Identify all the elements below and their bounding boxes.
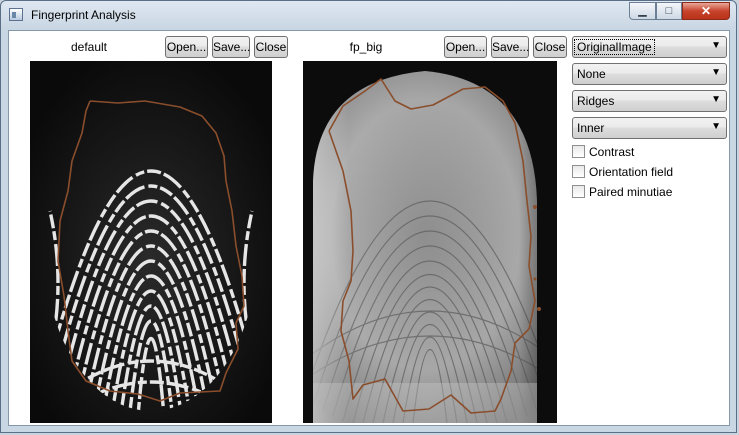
window-title: Fingerprint Analysis xyxy=(31,8,136,22)
region-combo[interactable]: Inner ▼ xyxy=(572,117,727,139)
left-open-button[interactable]: Open... xyxy=(165,36,208,58)
app-window-icon xyxy=(9,8,23,21)
right-pane-label: fp_big xyxy=(349,40,383,54)
left-fingerprint-svg xyxy=(30,61,272,423)
paired-minutiae-label: Paired minutiae xyxy=(589,185,673,199)
right-save-button[interactable]: Save... xyxy=(491,36,529,58)
right-open-button[interactable]: Open... xyxy=(444,36,487,58)
minimize-icon: ▁ xyxy=(638,5,647,17)
overlay-combo[interactable]: None ▼ xyxy=(572,63,727,85)
dropdown-arrow-icon: ▼ xyxy=(711,67,721,78)
region-value: Inner xyxy=(577,121,605,135)
main-window: Fingerprint Analysis ▁ □ ✕ default Open.… xyxy=(0,0,737,433)
left-save-button[interactable]: Save... xyxy=(212,36,250,58)
client-area: default Open... Save... Close fp_big Ope… xyxy=(8,30,730,426)
right-fingerprint-svg xyxy=(303,61,557,423)
checkbox-box[interactable] xyxy=(572,165,585,178)
dropdown-arrow-icon: ▼ xyxy=(711,94,721,105)
contrast-label: Contrast xyxy=(589,145,635,159)
display-mode-combo[interactable]: OriginalImage ▼ xyxy=(572,36,727,58)
overlay-value: None xyxy=(577,67,606,81)
orientation-field-label: Orientation field xyxy=(589,165,674,179)
left-fingerprint-image[interactable] xyxy=(30,61,272,423)
dropdown-arrow-icon: ▼ xyxy=(711,121,721,132)
title-bar[interactable]: Fingerprint Analysis ▁ □ ✕ xyxy=(1,1,736,29)
feature-value: Ridges xyxy=(577,94,615,108)
display-mode-value: OriginalImage xyxy=(574,39,655,55)
right-fingerprint-image[interactable] xyxy=(303,61,557,423)
close-icon: ✕ xyxy=(700,4,712,18)
feature-combo[interactable]: Ridges ▼ xyxy=(572,90,727,112)
maximize-button[interactable]: □ xyxy=(656,2,682,20)
minimize-button[interactable]: ▁ xyxy=(629,2,656,20)
checkbox-box[interactable] xyxy=(572,185,585,198)
left-close-button[interactable]: Close xyxy=(254,36,288,58)
maximize-icon: □ xyxy=(665,5,673,17)
right-close-button[interactable]: Close xyxy=(533,36,567,58)
checkbox-box[interactable] xyxy=(572,145,585,158)
dropdown-arrow-icon: ▼ xyxy=(711,40,721,51)
left-pane-label: default xyxy=(70,40,108,54)
close-window-button[interactable]: ✕ xyxy=(682,2,730,20)
